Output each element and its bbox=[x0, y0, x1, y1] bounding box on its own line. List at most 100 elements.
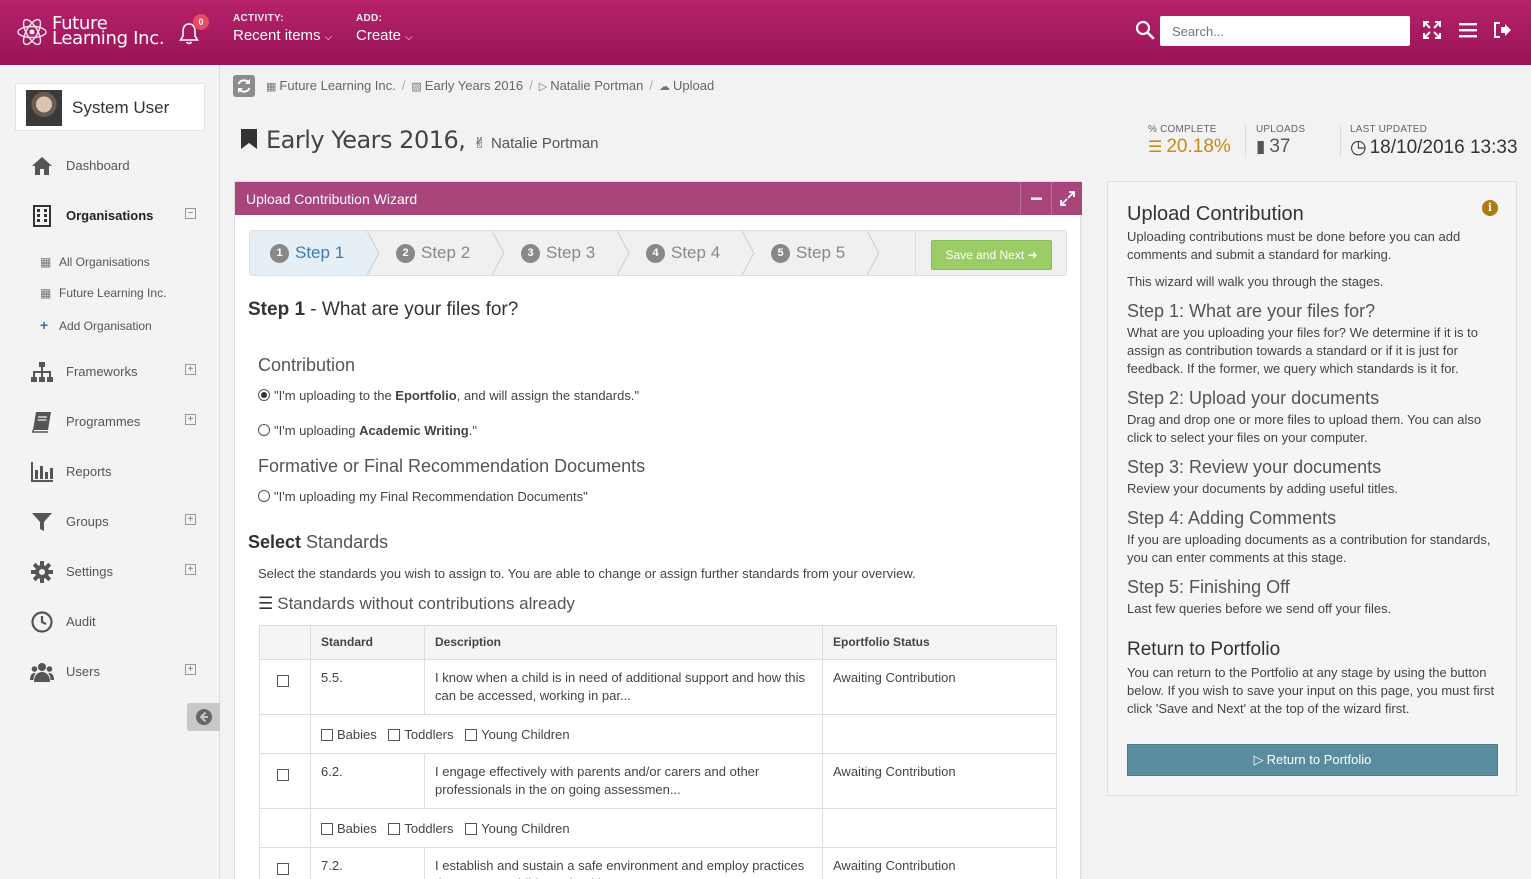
column-header: Eportfolio Status bbox=[822, 625, 1057, 660]
sidebar-item-settings[interactable]: Settings + bbox=[0, 554, 220, 590]
stat-last-updated: LAST UPDATED ◷ 18/10/2016 13:33 bbox=[1350, 124, 1518, 158]
radio-button[interactable] bbox=[258, 490, 270, 502]
step-3-tab[interactable]: 3 Step 3 bbox=[521, 243, 595, 287]
add-value: Create bbox=[356, 27, 402, 44]
young-children-option[interactable]: Young Children bbox=[465, 821, 570, 836]
sidebar-collapse-button[interactable] bbox=[187, 703, 220, 731]
search-icon[interactable] bbox=[1135, 20, 1155, 40]
sidebar-item-audit[interactable]: Audit bbox=[0, 604, 220, 640]
info-step-3-text: Review your documents by adding useful t… bbox=[1127, 481, 1398, 496]
sidebar-item-label: Dashboard bbox=[66, 158, 130, 173]
search-input[interactable] bbox=[1160, 16, 1410, 46]
refresh-icon bbox=[237, 79, 251, 93]
sidebar-item-frameworks[interactable]: Frameworks + bbox=[0, 354, 220, 390]
checkbox[interactable] bbox=[388, 729, 401, 741]
row-checkbox[interactable] bbox=[277, 769, 289, 781]
standards-table-heading: ☰ Standards without contributions already bbox=[258, 594, 575, 613]
activity-dropdown[interactable]: ACTIVITY: Recent items ⌵ bbox=[233, 13, 332, 44]
step-5-tab[interactable]: 5 Step 5 bbox=[771, 243, 845, 287]
description-cell: I establish and sustain a safe environme… bbox=[424, 847, 823, 879]
sidebar-item-reports[interactable]: Reports bbox=[0, 454, 220, 490]
toddlers-option[interactable]: Toddlers bbox=[388, 821, 454, 836]
page-title: Early Years 2016, bbox=[266, 126, 466, 154]
building-icon: ▦ bbox=[266, 81, 277, 93]
info-step-1-heading: Step 1: What are your files for? bbox=[1127, 301, 1376, 321]
step-4-tab[interactable]: 4 Step 4 bbox=[646, 243, 720, 287]
standards-table: Standard Description Eportfolio Status 5… bbox=[259, 625, 1057, 879]
bookmark-icon: ▷ bbox=[1253, 752, 1264, 767]
radio-button[interactable] bbox=[258, 389, 270, 401]
checkbox[interactable] bbox=[465, 729, 478, 741]
expand-icon[interactable]: + bbox=[185, 414, 196, 425]
checkbox[interactable] bbox=[388, 823, 401, 835]
add-dropdown[interactable]: ADD: Create ⌵ bbox=[356, 13, 413, 44]
info-icon[interactable]: i bbox=[1482, 200, 1498, 216]
checkbox[interactable] bbox=[321, 729, 333, 741]
column-header: Standard bbox=[310, 625, 425, 660]
breadcrumb-item-learner[interactable]: ▷ Natalie Portman bbox=[539, 78, 644, 93]
chevron-down-icon: ⌵ bbox=[324, 32, 333, 43]
return-to-portfolio-button[interactable]: ▷ Return to Portfolio bbox=[1127, 744, 1498, 776]
filter-icon bbox=[32, 513, 52, 531]
sidebar-item-users[interactable]: Users + bbox=[0, 654, 220, 690]
breadcrumb-item-organisation[interactable]: ▦ Future Learning Inc. bbox=[266, 78, 396, 93]
radio-academic-writing[interactable]: "I'm uploading Academic Writing." bbox=[258, 423, 477, 438]
add-label: ADD: bbox=[356, 13, 383, 24]
return-heading: Return to Portfolio bbox=[1127, 639, 1281, 660]
info-step-4-text: If you are uploading documents as a cont… bbox=[1127, 532, 1491, 565]
expand-panel-button[interactable] bbox=[1051, 182, 1082, 215]
atom-logo-icon bbox=[17, 18, 47, 46]
bar-chart-icon bbox=[31, 462, 53, 482]
refresh-button[interactable] bbox=[233, 75, 255, 97]
minimize-button[interactable] bbox=[1020, 182, 1051, 215]
radio-button[interactable] bbox=[258, 424, 270, 436]
checkbox[interactable] bbox=[465, 823, 478, 835]
toddlers-option[interactable]: Toddlers bbox=[388, 727, 454, 742]
notification-badge: 0 bbox=[193, 14, 209, 30]
menu-icon[interactable] bbox=[1458, 20, 1478, 40]
sidebar-item-programmes[interactable]: Programmes + bbox=[0, 404, 220, 440]
standard-cell: 5.5. bbox=[310, 659, 425, 715]
cloud-upload-icon: ☁ bbox=[659, 81, 671, 93]
home-icon bbox=[32, 157, 52, 175]
sidebar-item-label: Audit bbox=[66, 614, 96, 629]
sidebar-item-label: Reports bbox=[66, 464, 112, 479]
step-1-tab[interactable]: 1 Step 1 bbox=[270, 243, 344, 287]
info-intro: Uploading contributions must be done bef… bbox=[1127, 229, 1461, 262]
sidebar-subitem-future-learning[interactable]: ▦ Future Learning Inc. bbox=[40, 286, 166, 306]
young-children-option[interactable]: Young Children bbox=[465, 727, 570, 742]
minus-icon bbox=[1031, 197, 1042, 200]
learner-name[interactable]: ✌ Natalie Portman bbox=[473, 135, 598, 152]
fullscreen-icon[interactable] bbox=[1422, 20, 1442, 40]
sidebar-subitem-all-organisations[interactable]: ▦ All Organisations bbox=[40, 255, 150, 275]
collapse-icon[interactable]: − bbox=[185, 208, 196, 219]
sidebar-item-organisations[interactable]: Organisations − bbox=[0, 198, 220, 234]
babies-option[interactable]: Babies bbox=[321, 727, 377, 742]
wizard-title: Upload Contribution Wizard bbox=[246, 191, 418, 207]
expand-icon[interactable]: + bbox=[185, 664, 196, 675]
building-icon bbox=[33, 205, 51, 227]
sidebar-subitem-add-organisation[interactable]: + Add Organisation bbox=[40, 317, 152, 337]
expand-icon[interactable]: + bbox=[185, 514, 196, 525]
step-2-tab[interactable]: 2 Step 2 bbox=[396, 243, 470, 287]
expand-icon[interactable]: + bbox=[185, 364, 196, 375]
breadcrumb-item-programme[interactable]: ▧ Early Years 2016 bbox=[411, 78, 523, 93]
sidebar-item-dashboard[interactable]: Dashboard bbox=[0, 148, 220, 184]
radio-final-recommendation[interactable]: "I'm uploading my Final Recommendation D… bbox=[258, 489, 588, 504]
expand-icon[interactable]: + bbox=[185, 564, 196, 575]
row-checkbox[interactable] bbox=[277, 675, 289, 687]
sidebar-item-groups[interactable]: Groups + bbox=[0, 504, 220, 540]
logout-icon[interactable] bbox=[1492, 20, 1512, 40]
save-and-next-button[interactable]: Save and Next ➜ bbox=[931, 240, 1052, 270]
row-checkbox[interactable] bbox=[277, 863, 289, 875]
info-step-1-text: What are you uploading your files for? W… bbox=[1127, 325, 1478, 376]
table-row: 5.5. I know when a child is in need of a… bbox=[259, 659, 1057, 715]
user-card[interactable]: System User bbox=[15, 83, 205, 131]
logo[interactable]: Future Learning Inc. bbox=[16, 14, 166, 52]
table-subrow: Babies Toddlers Young Children bbox=[259, 714, 1057, 754]
checkbox[interactable] bbox=[321, 823, 333, 835]
upload-wizard-panel: Upload Contribution Wizard 1 Step 1 2 Step… bbox=[234, 181, 1082, 879]
radio-eportfolio[interactable]: "I'm uploading to the Eportfolio, and wi… bbox=[258, 388, 639, 403]
sidebar-item-label: Settings bbox=[66, 564, 113, 579]
babies-option[interactable]: Babies bbox=[321, 821, 377, 836]
